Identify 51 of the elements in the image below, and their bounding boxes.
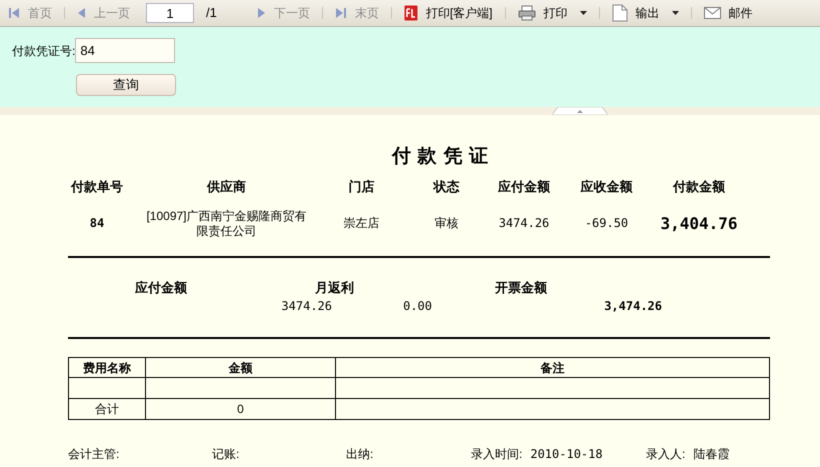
query-button[interactable]: 查询	[76, 74, 176, 96]
table-cell-text: 3474.26	[498, 216, 550, 231]
document-icon	[612, 4, 628, 22]
footer-label: 录入人:	[646, 446, 686, 463]
table-cell-text: -69.50	[584, 216, 630, 231]
footer-label: 记账:	[212, 446, 240, 463]
footer-label: 录入时间:	[471, 446, 522, 463]
column-header: 费用名称	[68, 358, 146, 378]
column-header: 备注	[336, 358, 770, 378]
column-header: 应付金额	[496, 178, 551, 196]
table-cell-text: 崇左店	[342, 216, 380, 231]
table-cell: 合计	[68, 398, 146, 420]
table-cell-text: [10097]广西南宁金赐隆商贸有限责任公司	[145, 208, 308, 238]
mail-icon	[704, 7, 721, 19]
column-header: 金额	[146, 358, 336, 378]
flash-document-icon	[404, 5, 418, 21]
column-header: 应收金额	[579, 178, 634, 196]
page-number-field[interactable]: 1	[146, 3, 194, 23]
column-header: 付款金额	[672, 178, 726, 196]
column-header: 供应商	[206, 178, 247, 196]
column-header: 状态	[432, 178, 460, 196]
summary-label: 开票金额	[495, 278, 548, 296]
column-header: 门店	[348, 178, 376, 196]
table-cell: 0	[146, 398, 336, 420]
first-page-icon	[8, 7, 20, 19]
footer-value: 陆春霞	[693, 446, 730, 463]
previous-icon	[77, 7, 86, 19]
footer-value: 2010-10-18	[530, 446, 603, 463]
summary-value: 3474.26	[280, 298, 332, 315]
summary-value: 0.00	[402, 298, 432, 315]
voucher-number-label: 付款凭证号:	[12, 42, 76, 60]
table-cell-text: 84	[88, 216, 106, 231]
mail-button[interactable]: 邮件	[700, 4, 757, 22]
last-page-icon	[334, 7, 347, 19]
table-cell-text: 3,404.76	[659, 216, 739, 231]
summary-label: 月返利	[315, 278, 355, 296]
table-cell-text: 审核	[434, 216, 460, 231]
footer-label: 会计主管:	[68, 446, 120, 463]
next-icon	[256, 7, 266, 19]
voucher-number-field[interactable]: 84	[75, 38, 176, 63]
report-title: 付 款 凭 证	[390, 144, 489, 169]
summary-value: 3,474.26	[603, 298, 662, 315]
flash-button[interactable]: 打印[客户端]	[400, 4, 497, 22]
printer-icon	[518, 5, 536, 21]
export-button[interactable]: 输出	[608, 4, 683, 22]
footer-label: 出纳:	[346, 446, 374, 463]
page-total: /1	[206, 4, 217, 22]
collapse-handle-icon[interactable]	[552, 107, 608, 115]
print-button[interactable]: 打印	[514, 4, 591, 22]
column-header: 付款单号	[70, 178, 124, 196]
summary-label: 应付金额	[135, 278, 188, 296]
